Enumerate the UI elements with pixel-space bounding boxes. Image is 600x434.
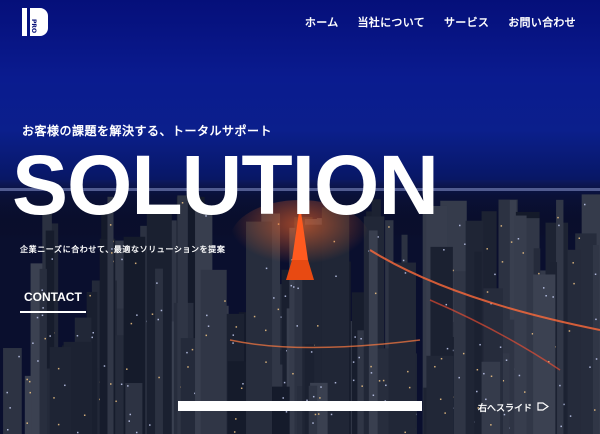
next-slide-button[interactable]: 右へスライド: [478, 401, 550, 414]
arrow-right-icon: [537, 401, 550, 414]
nav-item-about[interactable]: 当社について: [358, 14, 425, 30]
slide-progress-fill: [178, 401, 422, 411]
svg-text:PRO: PRO: [30, 19, 37, 33]
nav-item-services[interactable]: サービス: [444, 14, 489, 30]
nav-item-contact[interactable]: お問い合わせ: [508, 14, 576, 30]
contact-button[interactable]: CONTACT: [20, 290, 86, 313]
hero-headline: SOLUTION: [12, 138, 439, 232]
company-logo-icon[interactable]: PRO: [22, 8, 48, 36]
main-nav: ホーム 当社について サービス お問い合わせ: [305, 14, 576, 30]
slide-progress-bar: [178, 401, 422, 411]
nav-item-home[interactable]: ホーム: [305, 14, 339, 30]
hero-section: PRO ホーム 当社について サービス お問い合わせ お客様の課題を解決する、ト…: [0, 0, 600, 434]
hero-tagline: お客様の課題を解決する、トータルサポート: [22, 124, 273, 138]
hero-subtext: 企業ニーズに合わせて、最適なソリューションを提案: [20, 245, 226, 254]
next-slide-label: 右へスライド: [478, 404, 533, 414]
